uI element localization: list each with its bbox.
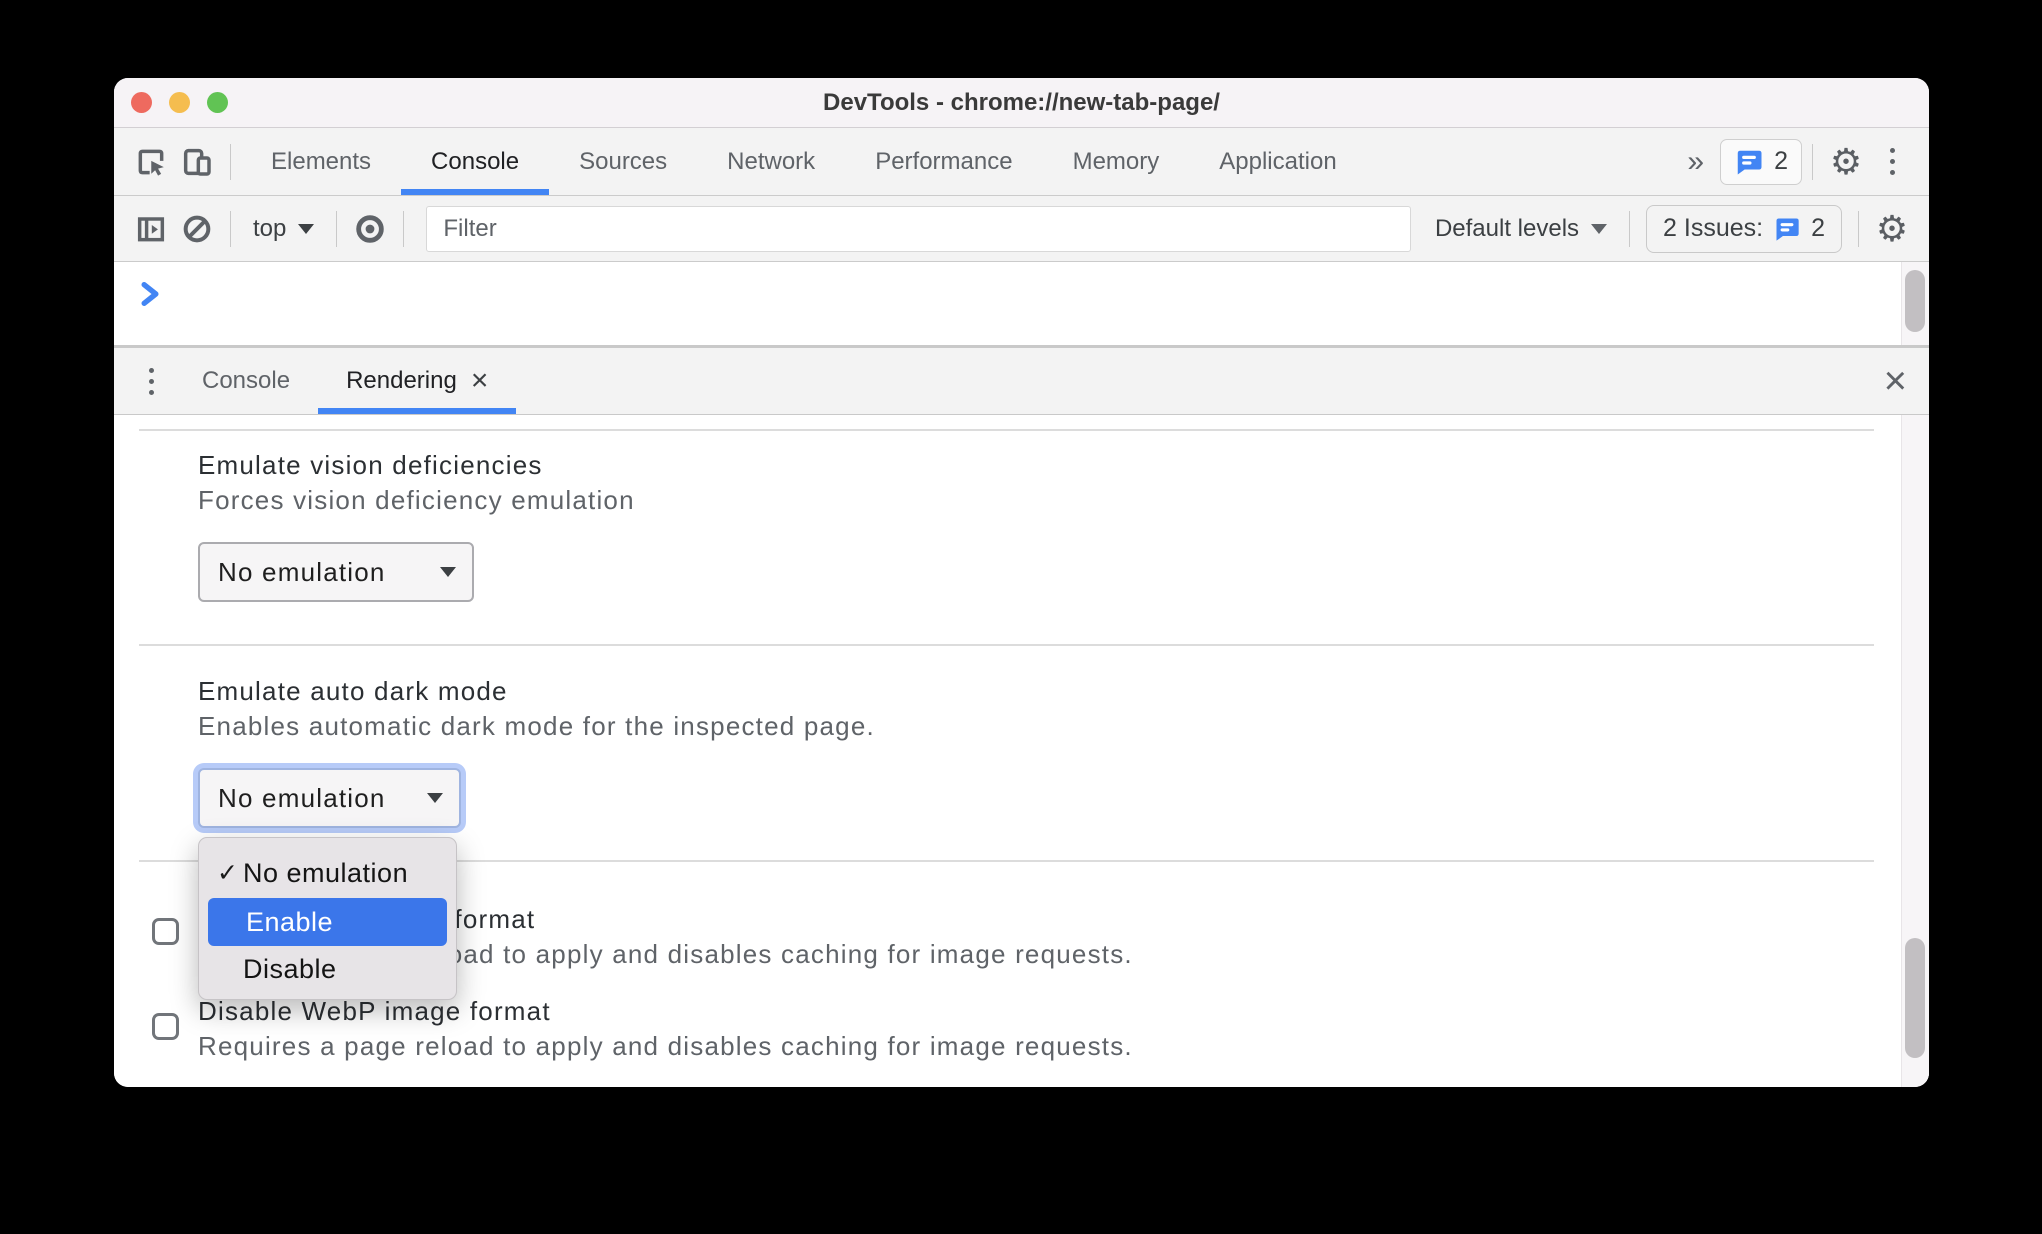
- console-scrollbar-thumb[interactable]: [1905, 270, 1925, 332]
- checkmark-icon: ✓: [217, 859, 239, 887]
- disable-avif-checkbox[interactable]: [152, 918, 179, 945]
- chevron-down-icon: [298, 223, 315, 234]
- tab-sources[interactable]: Sources: [549, 128, 697, 195]
- tab-application[interactable]: Application: [1189, 128, 1366, 195]
- inspect-element-button[interactable]: [128, 135, 174, 189]
- eye-icon: [356, 214, 385, 243]
- inspect-cursor-icon: [138, 149, 164, 176]
- auto-dark-mode-select[interactable]: No emulation: [198, 768, 461, 828]
- title-bar: DevTools - chrome://new-tab-page/: [114, 78, 1929, 128]
- show-console-sidebar-button[interactable]: [128, 202, 174, 256]
- close-rendering-tab-icon[interactable]: ×: [471, 366, 489, 396]
- log-levels-selector[interactable]: Default levels: [1423, 215, 1619, 243]
- drawer-menu-button[interactable]: [128, 354, 174, 408]
- divider: [230, 143, 231, 180]
- auto-dark-mode-dropdown-menu: ✓ No emulation Enable Disable: [198, 837, 457, 1000]
- issues-count: 2: [1811, 214, 1825, 242]
- close-icon: ×: [1883, 358, 1907, 403]
- close-window-button[interactable]: [131, 92, 152, 113]
- clear-icon: [183, 215, 211, 242]
- clear-console-button[interactable]: [174, 202, 220, 256]
- section-divider: [139, 644, 1874, 646]
- disable-webp-checkbox[interactable]: [152, 1013, 179, 1040]
- menu-item-disable[interactable]: Disable: [199, 946, 456, 992]
- gear-icon: ⚙: [1829, 140, 1863, 182]
- messages-count: 2: [1774, 147, 1788, 175]
- issues-chat-icon: [1776, 218, 1799, 241]
- chevron-down-icon: [1591, 223, 1608, 234]
- vision-deficiency-select[interactable]: No emulation: [198, 542, 474, 602]
- zoom-window-button[interactable]: [207, 92, 228, 113]
- menu-item-no-emulation[interactable]: ✓ No emulation: [199, 850, 456, 896]
- divider: [1858, 210, 1859, 247]
- sidebar-panel-icon: [137, 216, 165, 241]
- toggle-device-toolbar-button[interactable]: [174, 135, 220, 189]
- rendering-scrollbar-thumb[interactable]: [1905, 938, 1925, 1058]
- menu-item-enable[interactable]: Enable: [208, 898, 447, 946]
- section-title: Emulate vision deficiencies: [198, 450, 543, 480]
- rendering-scrollbar-track[interactable]: [1901, 415, 1929, 1087]
- divider: [230, 210, 231, 247]
- section-title: Emulate auto dark mode: [198, 676, 508, 706]
- divider: [1812, 143, 1813, 180]
- settings-button[interactable]: ⚙: [1823, 135, 1869, 189]
- close-drawer-button[interactable]: ×: [1884, 348, 1907, 414]
- drawer-tab-console[interactable]: Console: [174, 348, 318, 414]
- console-scrollbar-track[interactable]: [1901, 262, 1929, 345]
- main-tab-bar: Elements Console Sources Network Perform…: [114, 128, 1929, 196]
- divider: [1629, 210, 1631, 247]
- javascript-context-selector[interactable]: top: [241, 215, 326, 243]
- section-description: Forces vision deficiency emulation: [198, 485, 635, 515]
- main-menu-button[interactable]: [1869, 135, 1915, 189]
- tab-memory[interactable]: Memory: [1043, 128, 1190, 195]
- chat-bubble-icon: [1737, 150, 1762, 174]
- console-toolbar: top Default levels 2 Issues: 2: [114, 196, 1929, 262]
- console-prompt-icon: [138, 280, 162, 313]
- create-live-expression-button[interactable]: [347, 202, 393, 256]
- tab-network[interactable]: Network: [697, 128, 845, 195]
- console-settings-button[interactable]: ⚙: [1869, 202, 1915, 256]
- window-title: DevTools - chrome://new-tab-page/: [823, 88, 1220, 116]
- chevron-down-icon: [440, 567, 456, 577]
- gear-icon: ⚙: [1875, 207, 1909, 249]
- divider: [403, 210, 405, 247]
- rendering-panel: Emulate vision deficiencies Forces visio…: [114, 415, 1929, 1087]
- section-description: Enables automatic dark mode for the insp…: [198, 711, 875, 741]
- tab-bar-right-controls: » 2 ⚙: [1671, 135, 1915, 189]
- chevron-down-icon: [427, 793, 443, 803]
- devtools-window: DevTools - chrome://new-tab-page/ Elemen…: [114, 78, 1929, 1087]
- messages-badge-button[interactable]: 2: [1720, 138, 1802, 185]
- device-toolbar-icon: [183, 148, 211, 176]
- traffic-lights: [131, 78, 228, 127]
- divider: [336, 210, 338, 247]
- minimize-window-button[interactable]: [169, 92, 190, 113]
- kebab-menu-icon: [148, 367, 154, 395]
- drawer-tab-bar: Console Rendering × ×: [114, 348, 1929, 415]
- section-divider: [139, 429, 1874, 431]
- tab-performance[interactable]: Performance: [845, 128, 1042, 195]
- tab-elements[interactable]: Elements: [241, 128, 401, 195]
- issues-button[interactable]: 2 Issues: 2: [1646, 204, 1842, 253]
- tab-console[interactable]: Console: [401, 128, 550, 195]
- kebab-menu-icon: [1889, 148, 1895, 175]
- drawer-tab-rendering[interactable]: Rendering ×: [318, 348, 517, 414]
- console-log-area[interactable]: [114, 262, 1929, 348]
- more-tabs-button[interactable]: »: [1671, 145, 1720, 179]
- filter-input[interactable]: [426, 205, 1411, 252]
- checkbox-description: Requires a page reload to apply and disa…: [198, 1031, 1133, 1061]
